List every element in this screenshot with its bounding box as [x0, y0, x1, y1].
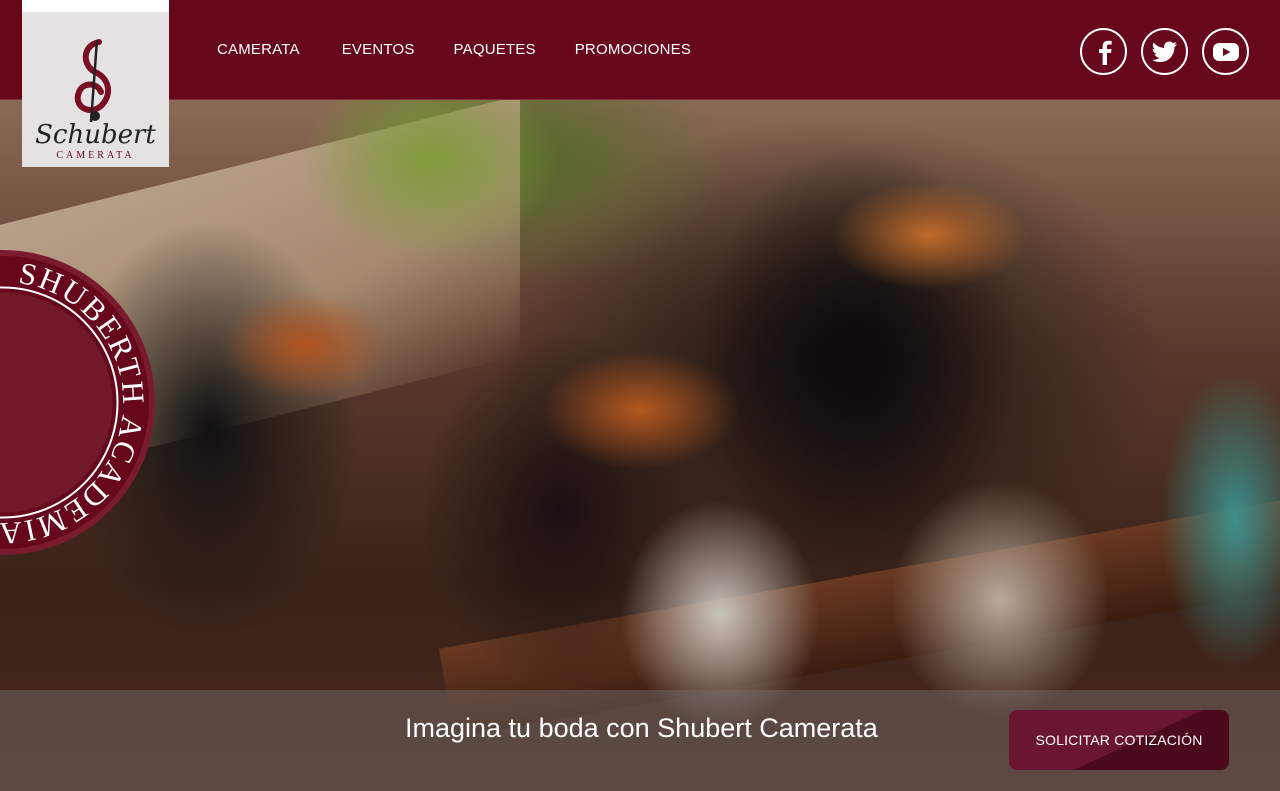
solicitar-cotizacion-button[interactable]: SOLICITAR COTIZACIÓN	[1009, 710, 1229, 770]
nav-item-promociones[interactable]: PROMOCIONES	[575, 41, 691, 58]
nav-item-eventos[interactable]: EVENTOS	[342, 41, 415, 58]
facebook-icon	[1098, 40, 1112, 65]
logo[interactable]: Schubert CAMERATA	[22, 0, 169, 167]
violin-shape	[830, 180, 1030, 290]
audience-member-shape	[1160, 370, 1280, 670]
site-header: Schubert CAMERATA CAMERATA EVENTOS PAQUE…	[0, 0, 1280, 167]
facebook-button[interactable]	[1080, 28, 1127, 75]
violin-shape	[540, 350, 740, 470]
logo-subtitle: CAMERATA	[56, 150, 135, 161]
cta-banner: Imagina tu boda con Shubert Camerata SOL…	[0, 690, 1280, 791]
banner-tagline: Imagina tu boda con Shubert Camerata	[405, 713, 878, 743]
nav-item-paquetes[interactable]: PAQUETES	[454, 41, 536, 58]
twitter-button[interactable]	[1141, 28, 1188, 75]
youtube-button[interactable]	[1202, 28, 1249, 75]
youtube-icon	[1212, 42, 1239, 61]
logo-script-text: Schubert	[35, 120, 156, 150]
violin-shape	[220, 290, 390, 400]
hero-image: SHUBERTH ACADEMIA Imagina tu boda con Sh…	[0, 100, 1280, 791]
treble-clef-logo-icon	[74, 39, 111, 123]
nav-item-camerata[interactable]: CAMERATA	[217, 41, 300, 58]
academia-badge-ring: SHUBERTH ACADEMIA	[0, 256, 149, 549]
academia-badge[interactable]: SHUBERTH ACADEMIA	[0, 250, 155, 555]
social-links	[1080, 28, 1249, 75]
main-nav: CAMERATA EVENTOS PAQUETES PROMOCIONES	[217, 41, 691, 58]
audience-member-shape	[890, 480, 1110, 720]
twitter-icon	[1151, 41, 1177, 62]
